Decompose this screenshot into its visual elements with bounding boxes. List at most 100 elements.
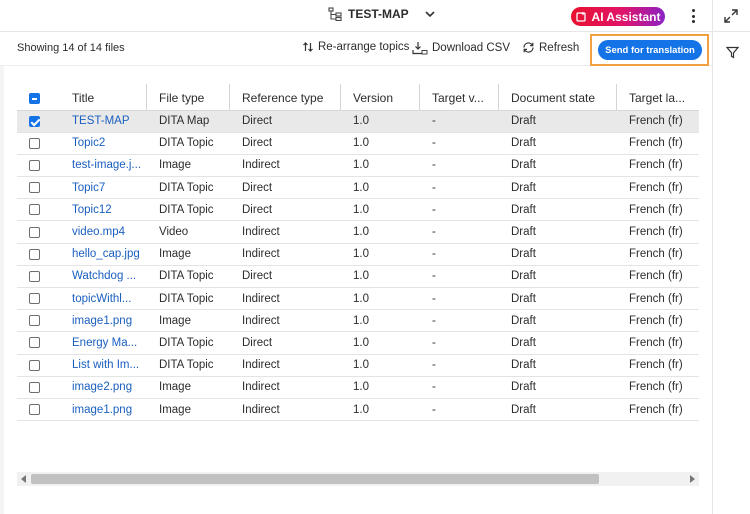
row-checkbox[interactable] [29,315,40,327]
cell-title[interactable]: Topic7 [60,176,147,200]
file-title-link[interactable]: Watchdog ... [72,270,136,282]
table-row[interactable]: image1.png Image Indirect 1.0- Draft French (… [17,309,699,333]
scroll-left-icon[interactable] [21,475,26,483]
cell-title[interactable]: List with Im... [60,354,147,377]
table-row[interactable]: Topic2 DITA Topic Direct 1.0- Draft French (f… [17,132,699,155]
send-for-translation-button[interactable]: Send for translation [598,40,702,60]
row-checkbox[interactable] [29,359,40,371]
file-title-link[interactable]: topicWithl... [72,293,131,305]
refresh-button[interactable]: Refresh [522,41,579,54]
row-checkbox-cell [17,331,60,355]
row-checkbox[interactable] [29,182,40,194]
column-header-version[interactable]: Version [341,66,420,111]
file-title-link[interactable]: test-image.j... [72,159,141,171]
file-title-link[interactable]: Topic2 [72,137,105,149]
cell-file-type: DITA Topic [147,354,230,377]
table-row[interactable]: test-image.j... Image Indirect 1.0- Draft Fre… [17,154,699,178]
row-checkbox[interactable] [29,404,40,415]
cell-title[interactable]: test-image.j... [60,154,147,178]
cell-title[interactable]: Topic2 [60,132,147,155]
cell-title[interactable]: Energy Ma... [60,331,147,355]
column-header-title[interactable]: Title [60,66,147,111]
cell-file-type: DITA Topic [147,198,230,222]
cell-title[interactable]: image2.png [60,376,147,399]
table-row[interactable]: Topic7 DITA Topic Direct 1.0- Draft French (f… [17,176,699,200]
file-title-link[interactable]: List with Im... [72,359,139,371]
cell-target-language: French (fr) [617,398,699,422]
row-checkbox[interactable] [29,115,40,127]
cell-file-type: Image [147,376,230,399]
ai-icon [575,11,586,22]
cell-title[interactable]: topicWithl... [60,287,147,311]
ai-assistant-button[interactable]: AI Assistant [571,7,665,26]
row-checkbox[interactable] [29,381,40,393]
file-title-link[interactable]: image1.png [72,315,132,327]
download-csv-button[interactable]: Download CSV [412,41,510,55]
table-row[interactable]: Topic12 DITA Topic Direct 1.0- Draft French (… [17,198,699,222]
cell-file-type: Image [147,309,230,333]
row-checkbox-cell [17,376,60,399]
scroll-right-icon[interactable] [690,475,695,483]
column-header-file-type[interactable]: File type [147,66,230,111]
file-title-link[interactable]: Topic7 [72,182,105,194]
file-title-link[interactable]: image2.png [72,381,132,393]
table-row[interactable]: List with Im... DITA Topic Indirect 1.0- Dra… [17,354,699,377]
column-header-reference-type[interactable]: Reference type [230,66,341,111]
cell-title[interactable]: image1.png [60,309,147,333]
scrollbar-thumb[interactable] [31,474,599,484]
row-checkbox[interactable] [29,293,40,305]
cell-version: 1.0 [341,398,420,422]
cell-reference-type: Direct [230,331,341,355]
expand-icon[interactable] [723,8,739,24]
cell-file-type: DITA Map [147,110,230,133]
horizontal-scrollbar[interactable] [17,472,699,486]
file-title-link[interactable]: Topic12 [72,204,112,216]
row-checkbox[interactable] [29,248,40,260]
row-checkbox[interactable] [29,226,40,238]
rearrange-topics-button[interactable]: Re-arrange topics [302,41,409,53]
row-checkbox[interactable] [29,137,40,149]
cell-title[interactable]: image1.png [60,398,147,422]
row-checkbox[interactable] [29,270,40,282]
cell-file-type: DITA Topic [147,287,230,311]
row-checkbox[interactable] [29,337,40,349]
map-title-dropdown[interactable]: TEST-MAP [328,7,435,21]
cell-target-version: - [420,331,499,355]
file-title-link[interactable]: video.mp4 [72,226,125,238]
cell-file-type: Image [147,154,230,178]
table-row[interactable]: Watchdog ... DITA Topic Direct 1.0- Draft Fre… [17,265,699,289]
cell-title[interactable]: hello_cap.jpg [60,243,147,266]
select-all-checkbox[interactable] [29,92,40,104]
row-checkbox-cell [17,198,60,222]
table-row[interactable]: image2.png Image Indirect 1.0- Draft French (… [17,376,699,399]
chevron-down-icon[interactable] [425,10,435,18]
file-title-link[interactable]: Energy Ma... [72,337,137,349]
table-row[interactable]: video.mp4 Video Indirect 1.0- Draft French (f… [17,220,699,244]
download-csv-label: Download CSV [432,42,510,54]
table-row[interactable]: TEST-MAP DITA Map Direct 1.0- Draft French (f… [17,110,699,133]
cell-title[interactable]: Topic12 [60,198,147,222]
cell-title[interactable]: TEST-MAP [60,110,147,133]
table-row[interactable]: Energy Ma... DITA Topic Direct 1.0- Draft Fre… [17,331,699,355]
row-checkbox[interactable] [29,204,40,216]
filter-icon[interactable] [726,46,739,59]
cell-title[interactable]: Watchdog ... [60,265,147,289]
cell-target-version: - [420,309,499,333]
table-row[interactable]: image1.png Image Indirect 1.0- Draft French (… [17,398,699,422]
row-checkbox[interactable] [29,159,40,171]
column-header-target-language[interactable]: Target la... [617,66,699,111]
more-vertical-icon[interactable] [688,8,698,24]
refresh-label: Refresh [539,41,580,54]
row-checkbox-cell [17,265,60,289]
cell-title[interactable]: video.mp4 [60,220,147,244]
file-title-link[interactable]: image1.png [72,404,132,416]
column-header-target-version[interactable]: Target v... [420,66,499,111]
row-checkbox-cell [17,309,60,333]
table-row[interactable]: topicWithl... DITA Topic Indirect 1.0- Draft… [17,287,699,311]
column-header-document-state[interactable]: Document state [499,66,617,111]
file-count-text: Showing 14 of 14 files [17,42,125,54]
table-row[interactable]: hello_cap.jpg Image Indirect 1.0- Draft Frenc… [17,243,699,266]
file-title-link[interactable]: TEST-MAP [72,115,130,127]
file-title-link[interactable]: hello_cap.jpg [72,248,140,260]
cell-file-type: Image [147,398,230,422]
